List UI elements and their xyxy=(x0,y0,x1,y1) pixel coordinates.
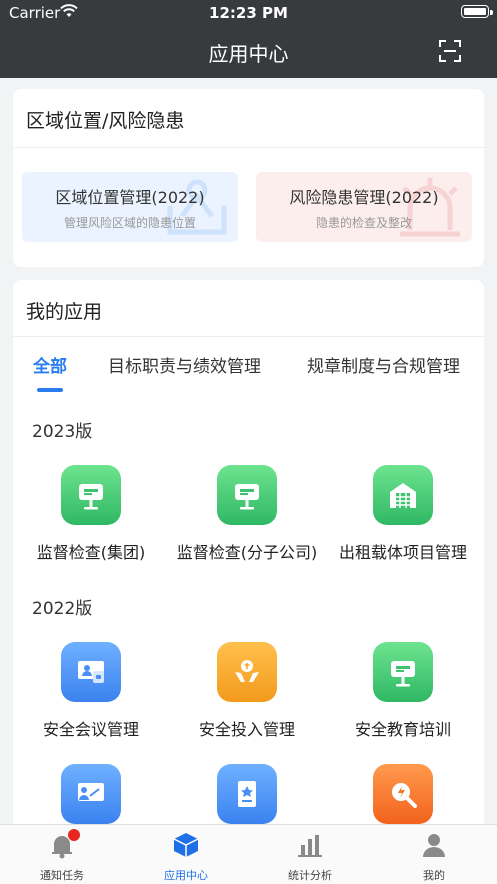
app-label: 安全教育培训 xyxy=(354,720,451,739)
divider xyxy=(13,147,484,148)
status-bar: Carrier 12:23 PM xyxy=(0,0,497,26)
cube-icon xyxy=(172,831,200,859)
app-label: 监督检查(分子公司) xyxy=(176,543,318,562)
section-label-2023: 2023版 xyxy=(32,422,93,442)
tabbar-item-app-center[interactable]: 应用中心 xyxy=(124,825,248,883)
app-safety-training[interactable]: 安全教育培训 xyxy=(325,642,481,740)
app-label: 安全会议管理 xyxy=(42,720,139,739)
badge-doc-icon xyxy=(217,764,277,824)
page-title: 应用中心 xyxy=(208,42,289,66)
region-card-title: 区域位置/风险隐患 xyxy=(26,110,185,132)
app-inspection-search[interactable] xyxy=(325,764,481,824)
app-certificate[interactable] xyxy=(169,764,325,824)
tabbar-item-statistics[interactable]: 统计分析 xyxy=(248,825,372,883)
battery-icon xyxy=(461,5,489,18)
tile-title: 风险隐患管理(2022) xyxy=(289,188,439,207)
board-icon xyxy=(61,465,121,525)
tab-indicator xyxy=(37,388,63,392)
hands-coin-icon xyxy=(217,642,277,702)
presentation-icon xyxy=(61,764,121,824)
search-icon xyxy=(373,764,433,824)
tile-subtitle: 隐患的检查及整改 xyxy=(315,216,412,230)
tabbar-item-notifications[interactable]: 通知任务 xyxy=(0,825,124,883)
app-safety-meeting[interactable]: 安全会议管理 xyxy=(13,642,169,740)
battery-tip xyxy=(490,10,493,15)
divider xyxy=(13,336,484,337)
user-icon xyxy=(420,831,448,859)
tabbar-label: 通知任务 xyxy=(40,869,84,882)
nav-bar: 应用中心 xyxy=(0,26,497,78)
tab-all[interactable]: 全部 xyxy=(33,352,67,377)
risk-hazard-tile[interactable]: 风险隐患管理(2022) 隐患的检查及整改 xyxy=(256,172,472,242)
warehouse-icon xyxy=(373,465,433,525)
clock: 12:23 PM xyxy=(209,4,288,22)
app-presentation[interactable] xyxy=(13,764,169,824)
tabbar-label: 我的 xyxy=(423,869,445,882)
meeting-icon xyxy=(61,642,121,702)
app-rental-project[interactable]: 出租载体项目管理 xyxy=(325,465,481,563)
tabbar-label: 应用中心 xyxy=(164,869,208,882)
tab-goals-performance[interactable]: 目标职责与绩效管理 xyxy=(108,352,261,377)
tile-title: 区域位置管理(2022) xyxy=(55,188,205,207)
tabbar-item-profile[interactable]: 我的 xyxy=(372,825,496,883)
app-supervision-subsidiary[interactable]: 监督检查(分子公司) xyxy=(169,465,325,563)
app-label: 安全投入管理 xyxy=(198,720,295,739)
bar-chart-icon xyxy=(296,831,324,859)
tabbar-label: 统计分析 xyxy=(288,869,332,882)
my-apps-title: 我的应用 xyxy=(26,301,103,323)
tab-rules-compliance[interactable]: 规章制度与合规管理 xyxy=(307,352,460,377)
bottom-tab-bar: 通知任务 应用中心 统计分析 我的 xyxy=(0,824,497,884)
board-icon xyxy=(217,465,277,525)
app-label: 出租载体项目管理 xyxy=(338,543,467,562)
app-supervision-group[interactable]: 监督检查(集团) xyxy=(13,465,169,563)
my-apps-card: 我的应用 全部 目标职责与绩效管理 规章制度与合规管理 2023版 监督检查(集… xyxy=(13,280,484,840)
app-label: 监督检查(集团) xyxy=(36,543,146,562)
section-label-2022: 2022版 xyxy=(32,599,93,619)
scan-icon[interactable] xyxy=(439,40,461,62)
region-card: 区域位置/风险隐患 区域位置管理(2022) 管理风险区域的隐患位置 风险隐患管… xyxy=(13,89,484,267)
app-safety-investment[interactable]: 安全投入管理 xyxy=(169,642,325,740)
board-icon xyxy=(373,642,433,702)
tile-subtitle: 管理风险区域的隐患位置 xyxy=(63,216,196,230)
notification-badge xyxy=(68,829,80,841)
region-location-tile[interactable]: 区域位置管理(2022) 管理风险区域的隐患位置 xyxy=(22,172,238,242)
bell-icon xyxy=(48,829,80,859)
